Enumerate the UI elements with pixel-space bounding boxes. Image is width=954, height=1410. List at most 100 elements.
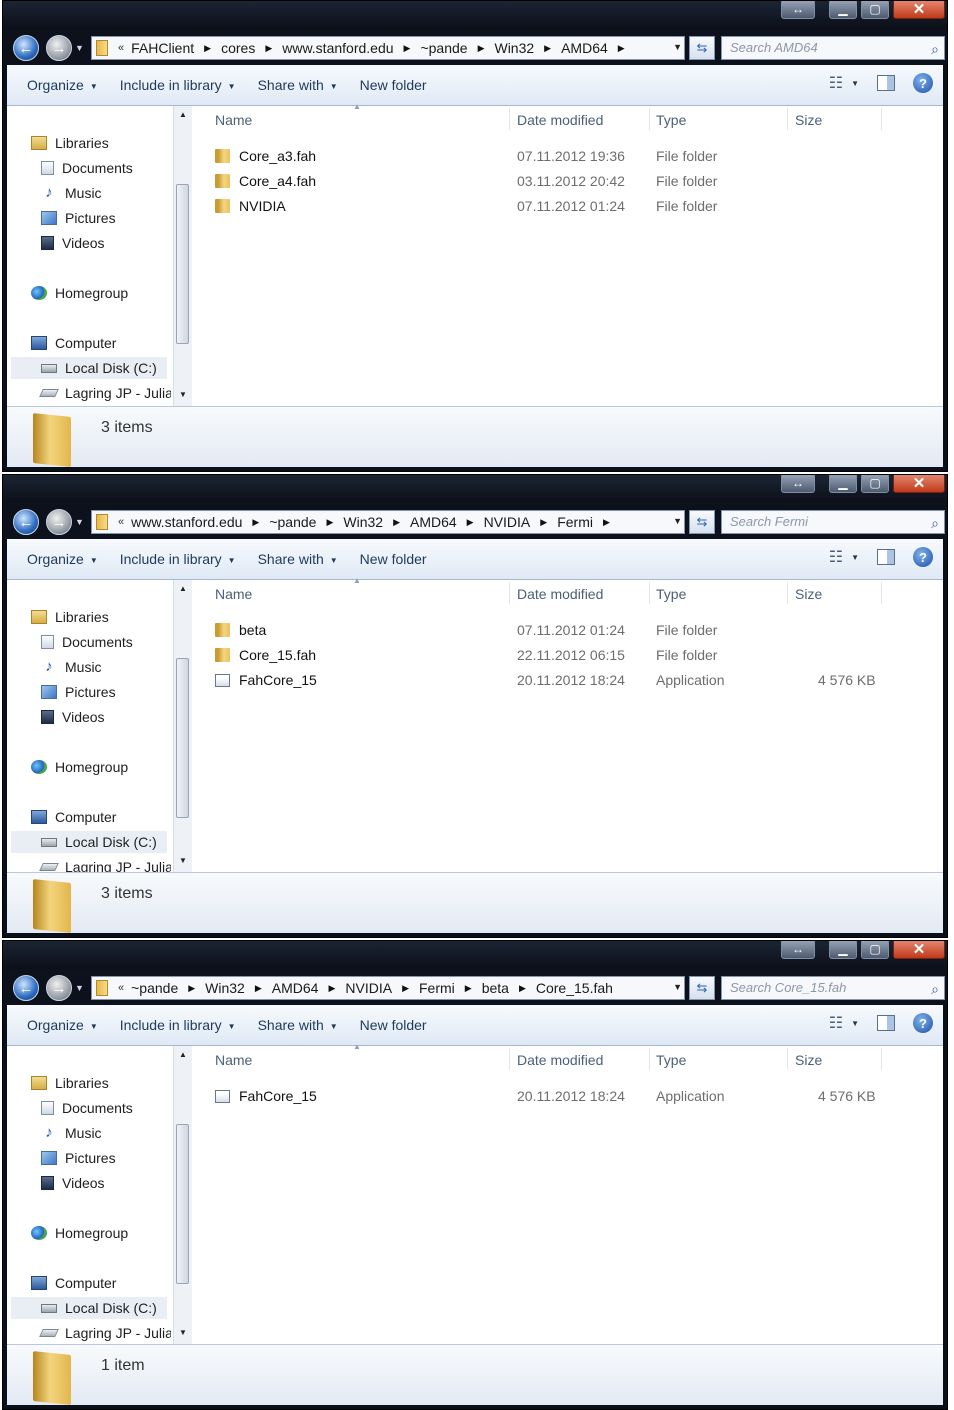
scroll-up-icon[interactable]: ▲ xyxy=(174,1050,192,1064)
column-header-name[interactable]: Name xyxy=(215,1046,252,1074)
breadcrumb-arrow-icon[interactable]: ▶ xyxy=(328,983,335,994)
breadcrumb-arrow-icon[interactable]: ▶ xyxy=(188,983,195,994)
column-divider[interactable] xyxy=(881,582,882,604)
help-icon[interactable]: ? xyxy=(913,1013,933,1033)
overflow-chevron-icon[interactable]: « xyxy=(118,982,124,994)
column-header-name[interactable]: Name xyxy=(215,106,252,134)
breadcrumb-item[interactable]: www.stanford.edu ▶ xyxy=(131,514,269,530)
column-header-date[interactable]: Date modified xyxy=(517,580,603,608)
breadcrumb-arrow-icon[interactable]: ▶ xyxy=(618,43,625,54)
overflow-chevron-icon[interactable]: « xyxy=(118,516,124,528)
file-row[interactable]: FahCore_15 20.11.2012 18:24 Application … xyxy=(193,668,943,692)
nav-music[interactable]: ♪ Music xyxy=(41,182,101,204)
breadcrumb-arrow-icon[interactable]: ▶ xyxy=(465,983,472,994)
nav-computer[interactable]: Computer xyxy=(31,806,116,828)
breadcrumb-arrow-icon[interactable]: ▶ xyxy=(404,43,411,54)
breadcrumb-item[interactable]: Win32 ▶ xyxy=(494,40,561,56)
breadcrumb-item[interactable]: NVIDIA ▶ xyxy=(345,980,419,996)
overflow-chevron-icon[interactable]: « xyxy=(118,42,124,54)
column-divider[interactable] xyxy=(649,582,650,604)
column-divider[interactable] xyxy=(509,108,510,130)
nav-local-disk[interactable]: Local Disk (C:) xyxy=(11,1297,167,1319)
forward-button[interactable]: → xyxy=(46,509,72,535)
column-header-type[interactable]: Type xyxy=(656,580,686,608)
share-with-button[interactable]: Share with ▼ xyxy=(258,77,338,93)
nav-videos[interactable]: Videos xyxy=(41,1172,105,1194)
back-button[interactable]: ← xyxy=(13,975,39,1001)
include-in-library-button[interactable]: Include in library ▼ xyxy=(120,551,236,567)
breadcrumb-arrow-icon[interactable]: ▶ xyxy=(204,43,211,54)
maximize-button[interactable]: ▢ xyxy=(861,1,889,19)
column-header-size[interactable]: Size xyxy=(795,106,822,134)
file-row[interactable]: Core_a3.fah 07.11.2012 19:36 File folder xyxy=(193,144,943,168)
address-dropdown-icon[interactable]: ▼ xyxy=(673,516,682,526)
breadcrumb-item[interactable]: AMD64 ▶ xyxy=(272,980,346,996)
nav-network-drive[interactable]: Lagring JP - Julia xyxy=(39,1322,171,1344)
scroll-thumb[interactable] xyxy=(176,184,189,344)
breadcrumb-item[interactable]: Win32 ▶ xyxy=(343,514,410,530)
resize-button[interactable]: ↔ xyxy=(781,475,815,493)
nav-scrollbar[interactable]: ▲ ▼ xyxy=(173,580,192,874)
column-divider[interactable] xyxy=(649,108,650,130)
view-dropdown-icon[interactable]: ▼ xyxy=(851,553,859,562)
organize-button[interactable]: Organize ▼ xyxy=(27,551,98,567)
nav-pictures[interactable]: Pictures xyxy=(41,1147,116,1169)
breadcrumb-arrow-icon[interactable]: ▶ xyxy=(393,517,400,528)
breadcrumb-arrow-icon[interactable]: ▶ xyxy=(603,517,610,528)
breadcrumb-item[interactable]: NVIDIA ▶ xyxy=(484,514,558,530)
breadcrumb-item[interactable]: Fermi ▶ xyxy=(557,514,620,530)
breadcrumb-item[interactable]: FAHClient ▶ xyxy=(131,40,221,56)
breadcrumb-item[interactable]: ~pande ▶ xyxy=(420,40,494,56)
breadcrumb-arrow-icon[interactable]: ▶ xyxy=(467,517,474,528)
breadcrumb-item[interactable]: cores ▶ xyxy=(221,40,282,56)
breadcrumb-item[interactable]: www.stanford.edu ▶ xyxy=(282,40,420,56)
back-button[interactable]: ← xyxy=(13,509,39,535)
close-button[interactable]: ✕ xyxy=(893,475,945,493)
new-folder-button[interactable]: New folder xyxy=(360,77,427,93)
forward-button[interactable]: → xyxy=(46,35,72,61)
refresh-button[interactable]: ⇆ xyxy=(689,510,715,534)
new-folder-button[interactable]: New folder xyxy=(360,1017,427,1033)
nav-music[interactable]: ♪ Music xyxy=(41,656,101,678)
minimize-button[interactable]: ▁ xyxy=(829,475,857,493)
nav-scrollbar[interactable]: ▲ ▼ xyxy=(173,1046,192,1346)
nav-music[interactable]: ♪ Music xyxy=(41,1122,101,1144)
share-with-button[interactable]: Share with ▼ xyxy=(258,551,338,567)
scroll-down-icon[interactable]: ▼ xyxy=(174,1328,192,1342)
file-row[interactable]: Core_a4.fah 03.11.2012 20:42 File folder xyxy=(193,169,943,193)
breadcrumb-item[interactable]: Win32 ▶ xyxy=(205,980,272,996)
recent-pages-dropdown[interactable]: ▼ xyxy=(75,983,84,993)
refresh-button[interactable]: ⇆ xyxy=(689,976,715,1000)
breadcrumb-arrow-icon[interactable]: ▶ xyxy=(255,983,262,994)
breadcrumb-arrow-icon[interactable]: ▶ xyxy=(402,983,409,994)
nav-libraries[interactable]: Libraries xyxy=(31,606,109,628)
organize-button[interactable]: Organize ▼ xyxy=(27,1017,98,1033)
nav-documents[interactable]: Documents xyxy=(41,157,133,179)
search-input[interactable]: Search Fermi ⌕ xyxy=(721,510,945,534)
search-input[interactable]: Search AMD64 ⌕ xyxy=(721,36,945,60)
change-view-icon[interactable]: ☷ xyxy=(829,547,843,567)
nav-homegroup[interactable]: Homegroup xyxy=(31,282,128,304)
change-view-icon[interactable]: ☷ xyxy=(829,1013,843,1033)
help-icon[interactable]: ? xyxy=(913,73,933,93)
organize-button[interactable]: Organize ▼ xyxy=(27,77,98,93)
breadcrumb-item[interactable]: Core_15.fah xyxy=(536,980,613,996)
column-header-size[interactable]: Size xyxy=(795,1046,822,1074)
column-divider[interactable] xyxy=(649,1048,650,1070)
scroll-thumb[interactable] xyxy=(176,658,189,818)
nav-homegroup[interactable]: Homegroup xyxy=(31,1222,128,1244)
breadcrumb-item[interactable]: ~pande ▶ xyxy=(131,980,205,996)
scroll-down-icon[interactable]: ▼ xyxy=(174,856,192,870)
refresh-button[interactable]: ⇆ xyxy=(689,36,715,60)
nav-pictures[interactable]: Pictures xyxy=(41,207,116,229)
recent-pages-dropdown[interactable]: ▼ xyxy=(75,517,84,527)
column-header-date[interactable]: Date modified xyxy=(517,1046,603,1074)
back-button[interactable]: ← xyxy=(13,35,39,61)
preview-pane-icon[interactable] xyxy=(877,75,895,91)
column-divider[interactable] xyxy=(787,1048,788,1070)
resize-button[interactable]: ↔ xyxy=(781,941,815,959)
column-header-size[interactable]: Size xyxy=(795,580,822,608)
search-icon[interactable]: ⌕ xyxy=(931,38,939,60)
minimize-button[interactable]: ▁ xyxy=(829,941,857,959)
nav-videos[interactable]: Videos xyxy=(41,706,105,728)
